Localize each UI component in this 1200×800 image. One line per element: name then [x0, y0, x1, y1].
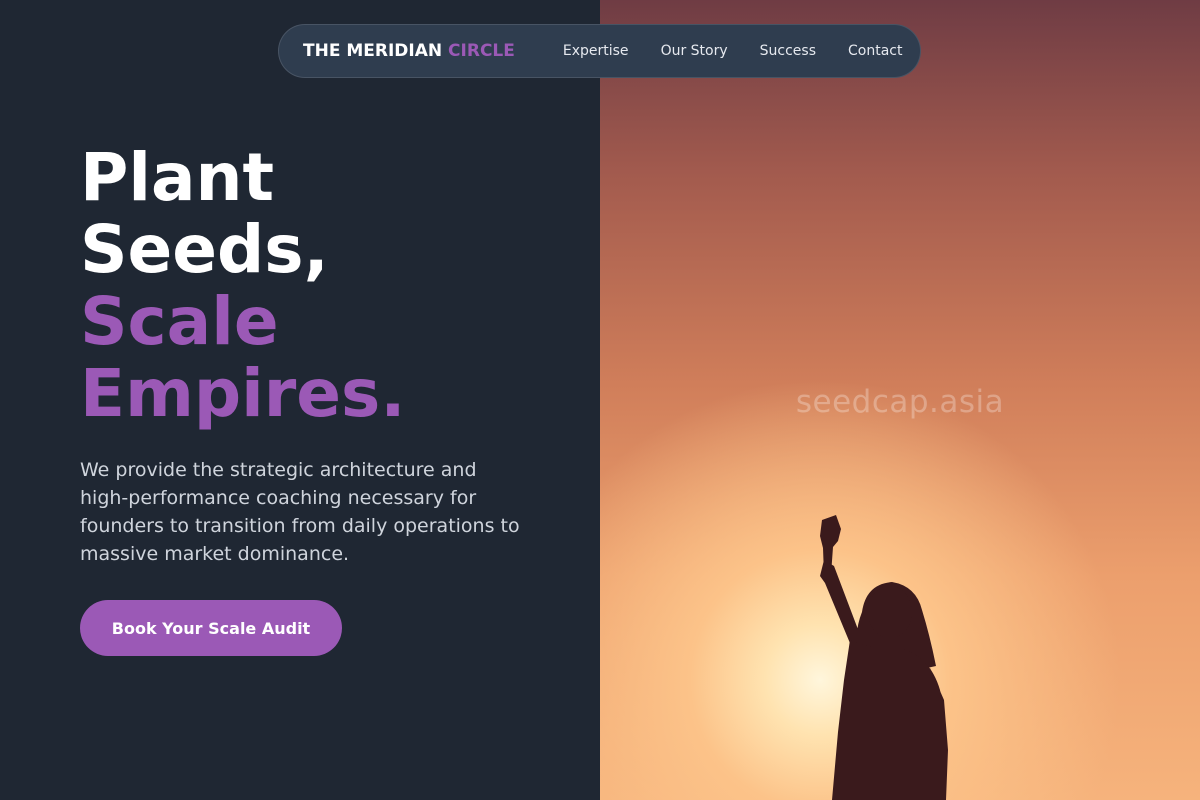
top-navbar: THE MERIDIAN CIRCLE Expertise Our Story …: [278, 24, 921, 78]
book-scale-audit-button[interactable]: Book Your Scale Audit: [80, 600, 342, 656]
nav-link-success[interactable]: Success: [760, 43, 816, 59]
nav-link-contact[interactable]: Contact: [848, 43, 902, 59]
headline-line-2: Seeds,: [80, 211, 329, 288]
headline-line-4: Empires.: [80, 355, 406, 432]
brand-name: THE MERIDIAN: [303, 41, 443, 61]
hero-headline: Plant Seeds, Scale Empires.: [80, 142, 405, 430]
watermark-text: seedcap.asia: [795, 384, 1005, 420]
nav-link-expertise[interactable]: Expertise: [563, 43, 629, 59]
hero-subtext: We provide the strategic architecture an…: [80, 459, 520, 565]
hero-image: seedcap.asia: [600, 0, 1200, 800]
brand-logo[interactable]: THE MERIDIAN CIRCLE: [303, 41, 515, 61]
nav-links: Expertise Our Story Success Contact: [563, 43, 903, 59]
brand-name-accent: CIRCLE: [448, 41, 515, 61]
nav-link-our-story[interactable]: Our Story: [661, 43, 728, 59]
headline-line-3: Scale: [80, 283, 279, 360]
headline-line-1: Plant: [80, 139, 275, 216]
